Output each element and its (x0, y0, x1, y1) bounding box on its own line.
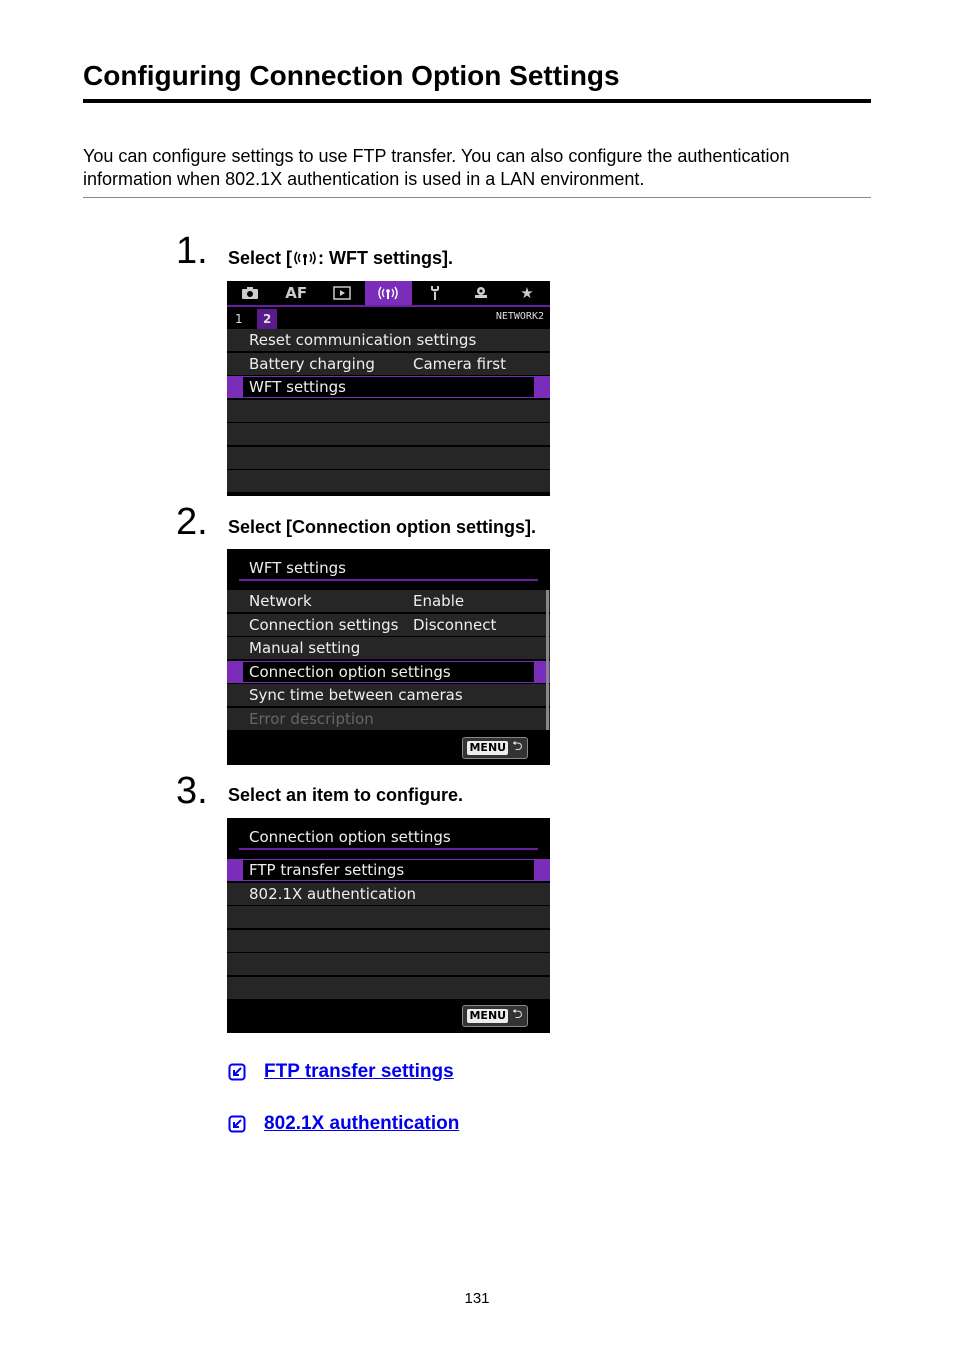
step-instruction: Select [ : WFT settings]. (228, 248, 453, 269)
tab-af[interactable]: AF (273, 281, 319, 305)
title-divider (83, 99, 871, 103)
camera-icon (242, 287, 259, 299)
back-arrow-icon: ⮌ (512, 1007, 523, 1022)
scrollbar[interactable] (546, 590, 549, 730)
step-instruction-suffix: : WFT settings]. (318, 248, 454, 268)
tab-custom[interactable] (458, 281, 504, 305)
step-instruction-prefix: Select [ (228, 248, 293, 268)
link-row-8021x: 802.1X authentication (228, 1113, 459, 1135)
menu-item-network[interactable]: Network Enable (227, 590, 550, 612)
menu-item-wft-settings[interactable]: WFT settings (227, 376, 550, 398)
menu-back-button[interactable]: MENU ⮌ (462, 737, 528, 759)
back-arrow-icon: ⮌ (512, 739, 523, 754)
menu-label: MENU (467, 741, 509, 755)
step-number: 1. (176, 230, 208, 272)
subtab-2[interactable]: 2 (257, 309, 278, 329)
menu-item-empty (227, 976, 550, 999)
star-icon: ★ (520, 284, 534, 302)
menu-item-8021x-authentication[interactable]: 802.1X authentication (227, 882, 550, 905)
menu-item-label: 802.1X authentication (249, 884, 417, 903)
menu-item-label: Manual setting (249, 639, 361, 657)
camera-screen-wft-settings: WFT settings Network Enable Connection se… (227, 549, 550, 765)
menu-item-empty (227, 470, 550, 492)
menu-item-empty (227, 906, 550, 928)
tab-playback[interactable] (319, 281, 365, 305)
menu-item-manual-setting[interactable]: Manual setting (227, 637, 550, 659)
menu-item-label: Connection settings (249, 615, 399, 634)
menu-item-label: Sync time between cameras (249, 686, 463, 704)
link-arrow-icon (228, 1063, 246, 1081)
menu-item-error-description: Error description (227, 707, 550, 730)
tab-my-menu[interactable]: ★ (504, 281, 550, 305)
wireless-icon (294, 251, 316, 265)
menu-item-label: Error description (249, 709, 374, 728)
camera-screen-menu: AF ★ 1 2 NETWORK2 Reset communication se… (227, 281, 550, 496)
ftp-transfer-settings-link[interactable]: FTP transfer settings (264, 1061, 454, 1083)
camera-screen-connection-options: Connection option settings FTP transfer … (227, 818, 550, 1033)
menu-item-value: Enable (413, 592, 465, 610)
menu-item-empty (227, 423, 550, 445)
menu-item-label: WFT settings (249, 378, 346, 396)
wireless-icon (378, 286, 399, 300)
sub-tab-bar: 1 2 NETWORK2 (227, 307, 550, 329)
intro-paragraph: You can configure settings to use FTP tr… (83, 146, 790, 189)
8021x-authentication-link[interactable]: 802.1X authentication (264, 1113, 459, 1135)
wrench-icon (430, 286, 439, 300)
menu-item-empty (227, 953, 550, 975)
menu-item-label: Battery charging (249, 354, 375, 373)
menu-item-label: FTP transfer settings (249, 861, 405, 879)
page-title: Configuring Connection Option Settings (83, 60, 620, 91)
screen-header: WFT settings (227, 549, 550, 581)
step-number: 3. (176, 770, 208, 812)
play-icon (333, 286, 352, 300)
subtab-1[interactable]: 1 (229, 309, 249, 329)
step-instruction: Select [Connection option settings]. (228, 517, 537, 537)
menu-item-label: Connection option settings (249, 662, 451, 681)
screen-header: Connection option settings (227, 818, 550, 850)
menu-item-empty (227, 929, 550, 952)
custom-function-icon (474, 287, 487, 298)
menu-item-reset-communication[interactable]: Reset communication settings (227, 329, 550, 351)
menu-item-label: Network (249, 592, 312, 610)
menu-item-connection-settings[interactable]: Connection settings Disconnect (227, 613, 550, 636)
menu-tab-bar: AF ★ (227, 281, 550, 307)
link-row-ftp: FTP transfer settings (228, 1061, 454, 1083)
tab-shooting[interactable] (227, 281, 273, 305)
menu-label: MENU (467, 1009, 509, 1023)
menu-item-sync-time[interactable]: Sync time between cameras (227, 684, 550, 706)
menu-back-button[interactable]: MENU ⮌ (462, 1005, 528, 1027)
menu-item-value: Camera first (413, 354, 506, 373)
step-number: 2. (176, 501, 208, 543)
intro-divider (83, 197, 871, 198)
menu-item-connection-option-settings[interactable]: Connection option settings (227, 660, 550, 683)
menu-item-empty (227, 446, 550, 469)
menu-item-value: Disconnect (413, 615, 497, 634)
section-label: NETWORK2 (495, 311, 544, 322)
menu-item-label: Reset communication settings (249, 331, 477, 349)
menu-item-ftp-transfer-settings[interactable]: FTP transfer settings (227, 859, 550, 881)
tab-setup[interactable] (412, 281, 458, 305)
screen-header-title: WFT settings (249, 559, 346, 577)
menu-item-empty (227, 399, 550, 422)
tab-wireless[interactable] (365, 281, 412, 305)
link-arrow-icon (228, 1115, 246, 1133)
screen-header-title: Connection option settings (249, 828, 451, 846)
menu-item-battery-charging[interactable]: Battery charging Camera first (227, 352, 550, 375)
page-number: 131 (464, 1290, 490, 1307)
step-instruction: Select an item to configure. (228, 785, 464, 805)
